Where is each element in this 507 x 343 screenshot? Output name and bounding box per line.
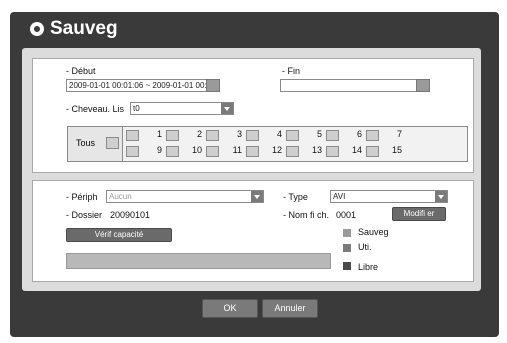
window-title: Sauveg xyxy=(30,18,118,40)
channel-number: 6 xyxy=(356,129,362,139)
type-select[interactable]: AVI xyxy=(330,190,448,203)
channel-checkbox[interactable] xyxy=(326,130,339,141)
calendar-icon-end[interactable] xyxy=(416,79,430,92)
channel-number: 11 xyxy=(232,145,242,155)
channel-cell[interactable]: 13 xyxy=(284,144,324,158)
dossier-value: 20090101 xyxy=(110,210,151,220)
channel-number: 1 xyxy=(156,129,162,139)
tous-label: Tous xyxy=(76,138,96,148)
ok-button[interactable]: OK xyxy=(202,299,258,318)
channel-number: 13 xyxy=(311,145,322,155)
debut-label: - Début xyxy=(66,66,96,76)
channel-checkbox[interactable] xyxy=(166,130,179,141)
channel-checkbox[interactable] xyxy=(246,146,259,157)
channel-number: 10 xyxy=(191,145,202,155)
channel-cell[interactable]: 11 xyxy=(204,144,244,158)
channel-cell[interactable]: 3 xyxy=(204,128,244,142)
channel-cell[interactable]: 6 xyxy=(324,128,364,142)
channel-cell[interactable]: 10 xyxy=(164,144,204,158)
channel-cell[interactable]: 9 xyxy=(124,144,164,158)
modifier-button[interactable]: Modifi er xyxy=(392,207,446,221)
legend-swatch-libre xyxy=(343,262,351,270)
legend-swatch-sauveg xyxy=(343,229,351,237)
legend-swatch-uti xyxy=(343,244,351,252)
channel-checkbox[interactable] xyxy=(126,146,139,157)
channel-number: 4 xyxy=(276,129,282,139)
gear-icon xyxy=(30,22,44,36)
type-label: - Type xyxy=(283,192,308,202)
chevron-down-icon xyxy=(221,103,233,114)
channel-number: 2 xyxy=(196,129,202,139)
fin-label: - Fin xyxy=(282,66,300,76)
nom-value: 0001 xyxy=(336,210,357,220)
tous-cell: Tous xyxy=(67,126,123,162)
channel-checkbox[interactable] xyxy=(206,146,219,157)
channel-cell[interactable]: 5 xyxy=(284,128,324,142)
channel-number: 5 xyxy=(316,129,322,139)
channel-checkbox[interactable] xyxy=(166,146,179,157)
title-text: Sauveg xyxy=(50,18,118,39)
dossier-label: - Dossier xyxy=(66,210,103,220)
channel-number: 14 xyxy=(351,145,362,155)
legend-label-libre: Libre xyxy=(358,262,379,272)
channel-checkbox[interactable] xyxy=(126,130,139,141)
legend-label-sauveg: Sauveg xyxy=(358,227,389,237)
periph-select[interactable]: Aucun xyxy=(106,190,264,203)
periph-label: - Périph xyxy=(66,192,98,202)
fin-field[interactable] xyxy=(280,79,420,92)
channel-checkbox[interactable] xyxy=(206,130,219,141)
channel-cell[interactable]: 1 xyxy=(124,128,164,142)
channel-cell[interactable]: 15 xyxy=(364,144,404,158)
channel-number: 3 xyxy=(236,129,242,139)
tous-checkbox[interactable] xyxy=(106,137,119,149)
channel-list-select[interactable]: t0 xyxy=(130,102,234,115)
type-value: AVI xyxy=(333,192,346,201)
annuler-button[interactable]: Annuler xyxy=(262,299,318,318)
channel-checkbox[interactable] xyxy=(366,130,379,141)
calendar-icon[interactable] xyxy=(206,79,220,92)
channel-cell[interactable]: 2 xyxy=(164,128,204,142)
channel-label: - Cheveau. Lis xyxy=(66,104,125,114)
channel-cell[interactable]: 14 xyxy=(324,144,364,158)
channel-list-value: t0 xyxy=(133,104,140,113)
channel-checkbox[interactable] xyxy=(246,130,259,141)
channel-checkbox[interactable] xyxy=(286,130,299,141)
channel-cell[interactable]: 7 xyxy=(364,128,404,142)
channel-cell[interactable]: 12 xyxy=(244,144,284,158)
verif-capacite-button[interactable]: Vérif capacité xyxy=(66,228,172,242)
channel-number: 9 xyxy=(156,145,162,155)
nom-label: - Nom fi ch. xyxy=(283,210,330,220)
channel-checkbox[interactable] xyxy=(326,146,339,157)
channel-checkbox[interactable] xyxy=(286,146,299,157)
chevron-down-icon xyxy=(435,191,447,202)
channel-cell[interactable]: 4 xyxy=(244,128,284,142)
capacity-bar xyxy=(66,253,331,269)
periph-value: Aucun xyxy=(109,192,132,201)
legend-label-uti: Uti. xyxy=(358,242,372,252)
channel-number: 7 xyxy=(396,129,402,139)
chevron-down-icon xyxy=(251,191,263,202)
channel-number: 15 xyxy=(391,145,402,155)
channel-checkbox[interactable] xyxy=(366,146,379,157)
channel-number: 12 xyxy=(271,145,282,155)
debut-field[interactable]: 2009-01-01 00:01:06 ~ 2009-01-01 00:25:4… xyxy=(66,79,210,92)
